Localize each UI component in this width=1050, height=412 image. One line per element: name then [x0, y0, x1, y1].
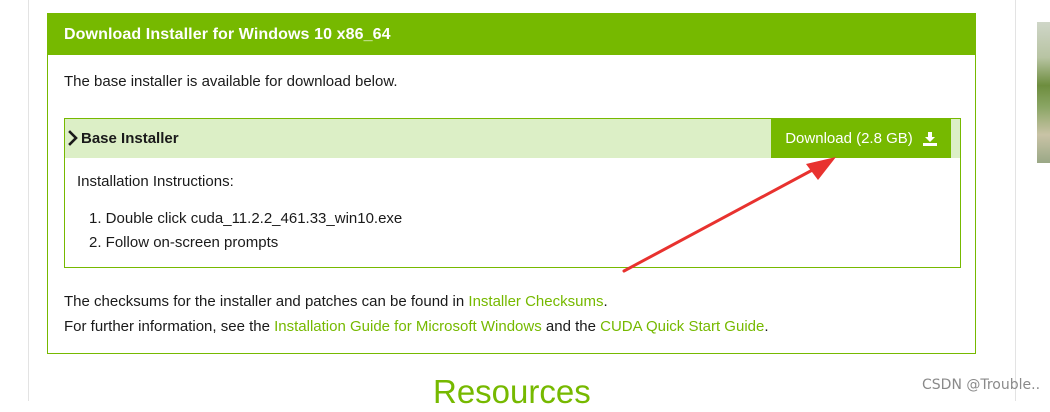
- info-middle: and the: [541, 318, 601, 335]
- panel-title: Download Installer for Windows 10 x86_64: [48, 14, 975, 55]
- page-left-rule: [28, 0, 29, 401]
- info-prefix: For further information, see the: [64, 318, 275, 335]
- installer-checksums-link[interactable]: Installer Checksums: [468, 293, 603, 310]
- panel-intro-text: The base installer is available for down…: [64, 73, 398, 90]
- info-suffix: .: [764, 318, 769, 335]
- watermark: CSDN @Trouble..: [922, 377, 1041, 393]
- base-installer-header[interactable]: Base Installer Download (2.8 GB): [65, 119, 960, 158]
- download-button-label: Download (2.8 GB): [785, 130, 913, 147]
- installation-instructions-title: Installation Instructions:: [77, 173, 234, 190]
- base-installer-title: Base Installer: [81, 130, 179, 147]
- checksum-prefix: The checksums for the installer and patc…: [64, 293, 469, 310]
- side-thumbnail-image: [1037, 22, 1050, 163]
- download-button[interactable]: Download (2.8 GB): [771, 119, 951, 158]
- installation-step: 2. Follow on-screen prompts: [89, 234, 279, 251]
- further-info-text: For further information, see the Install…: [64, 318, 769, 335]
- installation-steps: 1. Double click cuda_11.2.2_461.33_win10…: [89, 207, 402, 255]
- installation-guide-link[interactable]: Installation Guide for Microsoft Windows: [274, 318, 542, 335]
- chevron-right-icon: [68, 130, 78, 146]
- page-right-rule: [1015, 0, 1016, 401]
- resources-heading: Resources: [433, 373, 591, 410]
- cuda-quick-start-guide-link[interactable]: CUDA Quick Start Guide: [600, 318, 764, 335]
- installation-step: 1. Double click cuda_11.2.2_461.33_win10…: [89, 210, 403, 227]
- base-installer-box: Base Installer Download (2.8 GB) Install…: [64, 118, 961, 268]
- checksum-suffix: .: [603, 293, 608, 310]
- download-installer-panel: Download Installer for Windows 10 x86_64…: [47, 13, 976, 354]
- checksum-text: The checksums for the installer and patc…: [64, 293, 608, 310]
- download-icon: [922, 131, 937, 146]
